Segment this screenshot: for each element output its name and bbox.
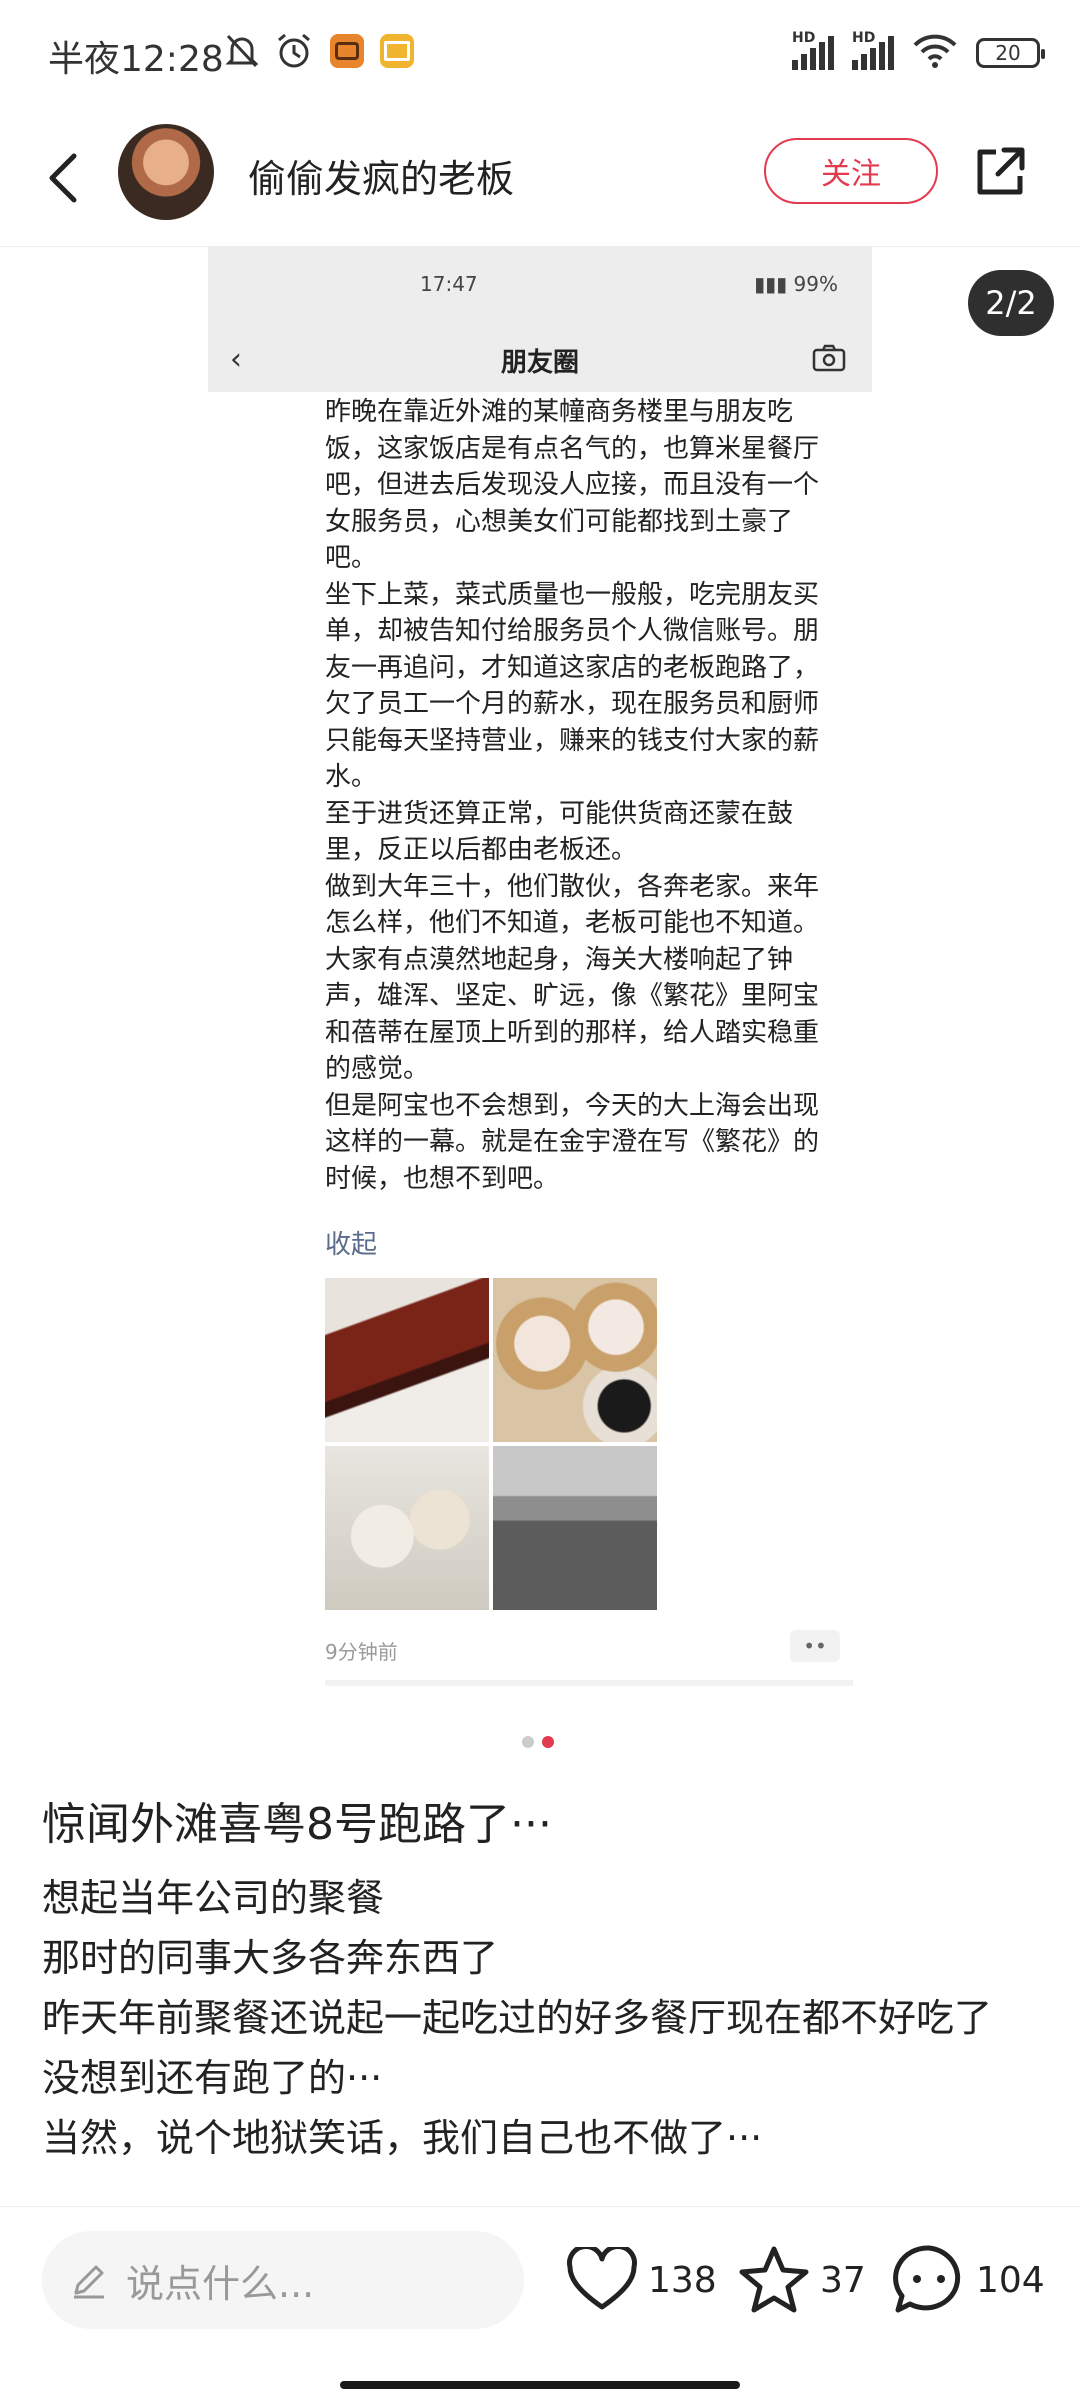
food-photo-dimsum: [493, 1278, 657, 1442]
status-time: 半夜12:28: [48, 39, 224, 80]
battery-icon: 20: [976, 38, 1045, 68]
moment-text: 昨晚在靠近外滩的某幢商务楼里与朋友吃饭，这家饭店是有点名气的，也算米星餐厅吧，但…: [325, 394, 825, 1197]
image-counter: 2/2: [968, 270, 1054, 336]
bottom-action-bar: 说点什么... 138 37 104: [0, 2206, 1080, 2401]
favorite-count: 37: [820, 2259, 866, 2301]
share-icon[interactable]: [972, 144, 1028, 200]
alarm-icon: [272, 30, 316, 72]
embedded-status-bar: 17:47 ▮▮▮ 99%: [208, 246, 872, 326]
moment-paragraph: 大家有点漠然地起身，海关大楼响起了钟声，雄浑、坚定、旷远，像《繁花》里阿宝和蓓蒂…: [325, 944, 820, 1085]
divider: [325, 1680, 853, 1686]
embedded-time: 17:47: [420, 272, 478, 296]
camera-icon: [812, 344, 846, 372]
heart-icon: [567, 2247, 637, 2310]
embedded-nav: ‹ 朋友圈: [208, 326, 872, 392]
favorite-button[interactable]: 37: [738, 2243, 866, 2317]
post-header: 偷偷发疯的老板 关注: [0, 110, 1080, 247]
embedded-battery: ▮▮▮ 99%: [754, 272, 838, 296]
status-bar: 半夜12:28 HD HD 20: [0, 0, 1080, 110]
pencil-icon: [74, 2265, 104, 2299]
moment-paragraph: 至于进货还算正常，可能供货商还蒙在鼓里，反正以后都由老板还。: [325, 798, 794, 866]
app-notification-icon: [328, 30, 366, 72]
home-indicator[interactable]: [340, 2381, 740, 2389]
wifi-icon: [912, 33, 958, 74]
battery-level: 20: [995, 41, 1021, 65]
status-right: HD HD 20: [792, 30, 1045, 76]
post-image[interactable]: 17:47 ▮▮▮ 99% ‹ 朋友圈 昨晚在靠近外滩的某幢商务楼里与朋友吃饭，…: [208, 246, 872, 1686]
moment-paragraph: 坐下上菜，菜式质量也一般般，吃完朋友买单，却被告知付给服务员个人微信账号。朋友一…: [325, 579, 820, 793]
signal-1-icon: HD: [792, 30, 834, 70]
comment-input[interactable]: 说点什么...: [42, 2231, 524, 2329]
author-avatar[interactable]: [118, 124, 214, 220]
embedded-battery-level: 99%: [793, 272, 838, 296]
carousel-dots: [522, 1736, 554, 1748]
post-line: 那时的同事大多各奔东西了: [42, 1936, 499, 1980]
collapse-link: 收起: [325, 1230, 378, 1260]
post-line: 当然，说个地狱笑话，我们自己也不做了···: [42, 2116, 763, 2160]
author-name[interactable]: 偷偷发疯的老板: [248, 148, 514, 203]
embedded-title: 朋友圈: [500, 348, 579, 378]
like-count: 138: [648, 2259, 717, 2301]
food-photo-charsiu: [325, 1278, 489, 1442]
signal-2-icon: HD: [852, 30, 894, 70]
more-icon: ••: [790, 1630, 840, 1662]
harbor-photo: [493, 1446, 657, 1610]
back-button[interactable]: [36, 146, 96, 210]
post-body-viewport: 想起当年公司的聚餐 那时的同事大多各奔东西了 昨天年前聚餐还说起一起吃过的好多餐…: [0, 1860, 1080, 2206]
post-line: 没想到还有跑了的···: [42, 2056, 383, 2100]
star-icon: [739, 2246, 809, 2313]
carousel-dot[interactable]: [522, 1736, 534, 1748]
moment-paragraph: 但是阿宝也不会想到，今天的大上海会出现这样的一幕。就是在金宇澄在写《繁花》的时候…: [325, 1090, 820, 1194]
comment-placeholder: 说点什么...: [126, 2261, 315, 2306]
carousel-dot-active[interactable]: [542, 1736, 554, 1748]
mute-bell-icon: [222, 30, 262, 72]
moment-paragraph: 做到大年三十，他们散伙，各奔老家。来年怎么样，他们不知道，老板可能也不知道。: [325, 871, 820, 939]
like-button[interactable]: 138: [566, 2243, 717, 2317]
mail-app-icon: [378, 30, 416, 72]
follow-button[interactable]: 关注: [764, 138, 938, 204]
moment-time: 9分钟前: [325, 1640, 398, 1664]
comment-button[interactable]: 104: [892, 2243, 1045, 2317]
post-title: 惊闻外滩喜粤8号跑路了···: [42, 1799, 552, 1850]
post-line: 昨天年前聚餐还说起一起吃过的好多餐厅现在都不好吃了: [42, 1996, 993, 2040]
post-line: 想起当年公司的聚餐: [42, 1876, 385, 1920]
comment-bubble-icon: [893, 2245, 961, 2313]
food-photo-dumplings: [325, 1446, 489, 1610]
post-body: 想起当年公司的聚餐 那时的同事大多各奔东西了 昨天年前聚餐还说起一起吃过的好多餐…: [42, 1868, 1032, 2168]
comment-count: 104: [976, 2259, 1045, 2301]
photo-grid: [325, 1278, 657, 1610]
moment-paragraph: 昨晚在靠近外滩的某幢商务楼里与朋友吃饭，这家饭店是有点名气的，也算米星餐厅吧，但…: [325, 397, 820, 573]
